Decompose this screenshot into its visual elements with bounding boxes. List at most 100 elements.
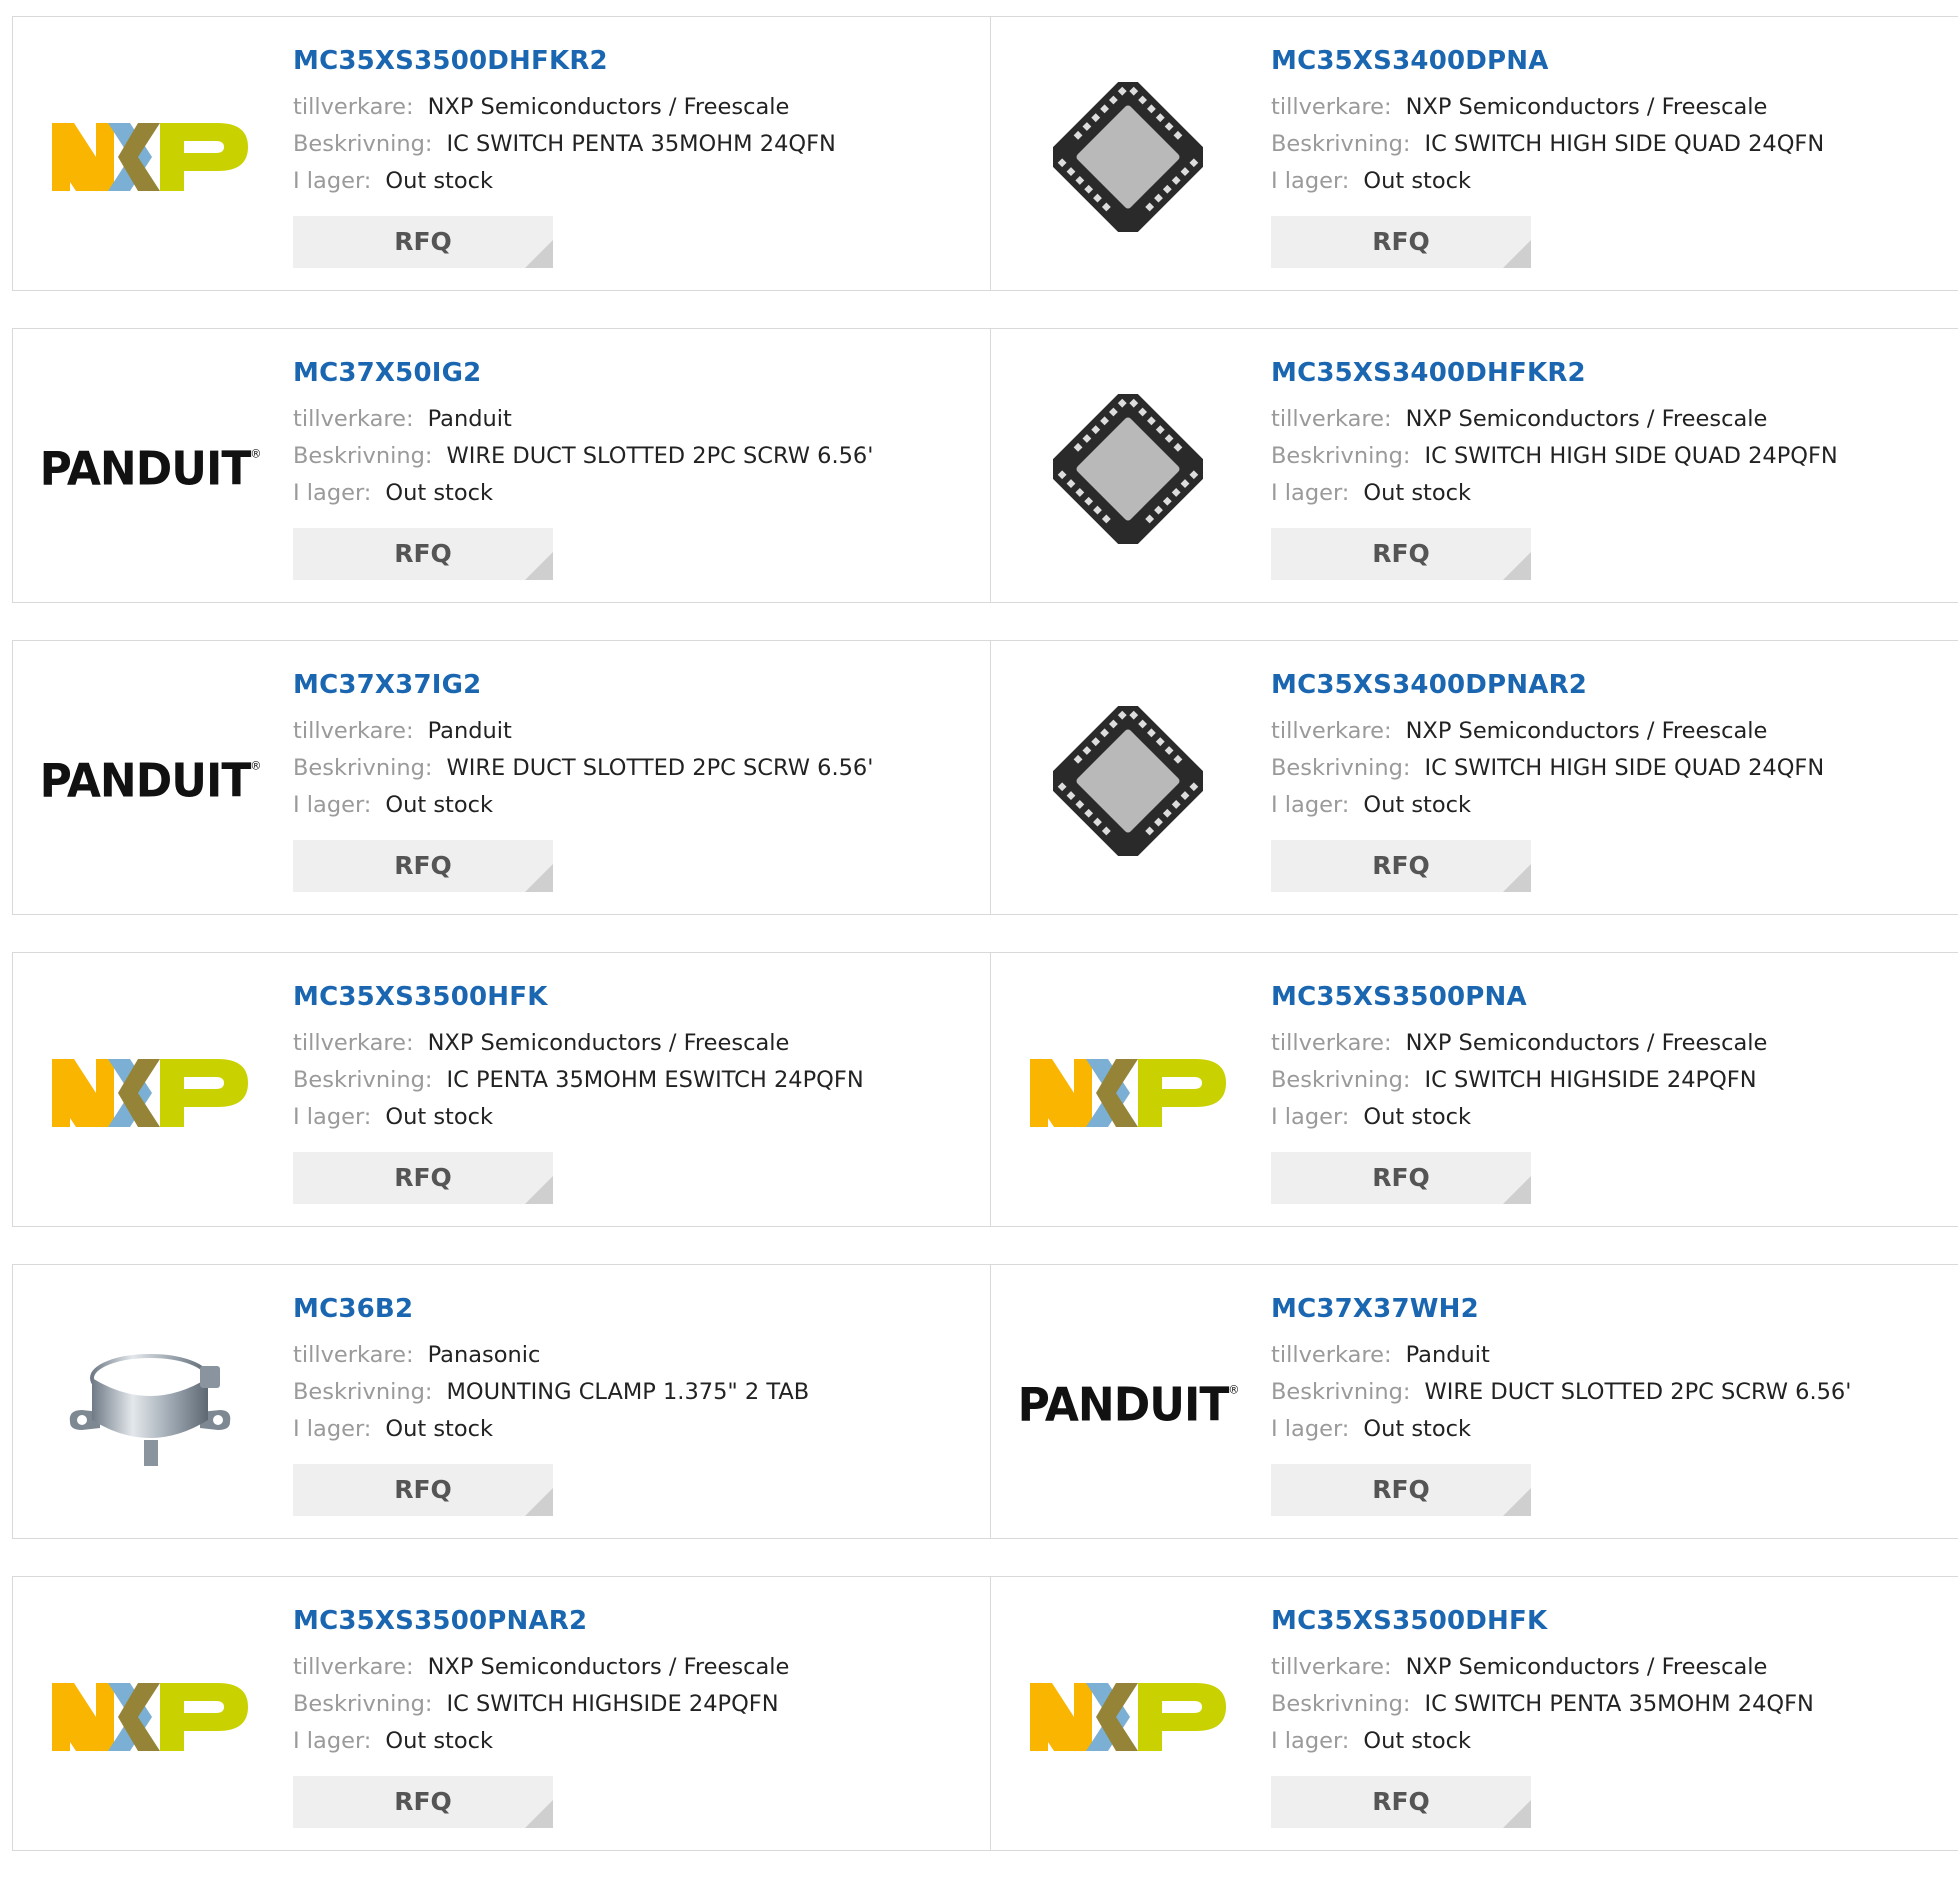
rfq-button[interactable]: RFQ: [293, 216, 553, 268]
stock-label: I lager:: [293, 792, 372, 818]
manufacturer-value: NXP Semiconductors / Freescale: [1405, 718, 1768, 744]
manufacturer-label: tillverkare:: [1271, 94, 1392, 120]
rfq-button[interactable]: RFQ: [293, 1776, 553, 1828]
manufacturer-line: tillverkare: NXP Semiconductors / Freesca…: [1271, 1649, 1814, 1686]
product-info: MC36B2 tillverkare: Panasonic Beskrivning…: [293, 1293, 809, 1516]
part-number-link[interactable]: MC37X37IG2: [293, 669, 873, 701]
manufacturer-value: Panduit: [1405, 1342, 1490, 1368]
part-number-link[interactable]: MC35XS3500HFK: [293, 981, 864, 1013]
description-value: IC SWITCH HIGH SIDE QUAD 24PQFN: [1424, 443, 1838, 469]
stock-label: I lager:: [1271, 1728, 1350, 1754]
description-value: IC SWITCH HIGH SIDE QUAD 24QFN: [1424, 131, 1825, 157]
rfq-button[interactable]: RFQ: [1271, 528, 1531, 580]
product-card: MC35XS3500PNA tillverkare: NXP Semiconduc…: [990, 953, 1958, 1226]
rfq-button[interactable]: RFQ: [293, 840, 553, 892]
manufacturer-line: tillverkare: NXP Semiconductors / Freesca…: [293, 1649, 789, 1686]
stock-label: I lager:: [1271, 480, 1350, 506]
product-image[interactable]: PANDUIT®: [40, 369, 262, 569]
rfq-button[interactable]: RFQ: [1271, 840, 1531, 892]
part-number-link[interactable]: MC36B2: [293, 1293, 809, 1325]
stock-line: I lager: Out stock: [1271, 475, 1838, 512]
description-label: Beskrivning:: [293, 1379, 433, 1405]
product-image[interactable]: [50, 1305, 250, 1505]
rfq-corner-decoration: [1503, 864, 1531, 892]
part-number-link[interactable]: MC35XS3400DPNA: [1271, 45, 1824, 77]
rfq-button-label: RFQ: [394, 851, 452, 880]
product-image[interactable]: PANDUIT®: [40, 681, 262, 881]
part-number-link[interactable]: MC35XS3400DPNAR2: [1271, 669, 1824, 701]
product-image[interactable]: [50, 993, 250, 1193]
manufacturer-line: tillverkare: NXP Semiconductors / Freesca…: [1271, 1025, 1767, 1062]
rfq-button[interactable]: RFQ: [1271, 1776, 1531, 1828]
stock-value: Out stock: [385, 1416, 494, 1442]
description-label: Beskrivning:: [1271, 1379, 1411, 1405]
manufacturer-line: tillverkare: Panduit: [293, 401, 873, 438]
manufacturer-value: NXP Semiconductors / Freescale: [1405, 406, 1768, 432]
manufacturer-label: tillverkare:: [293, 718, 414, 744]
stock-label: I lager:: [293, 1104, 372, 1130]
product-image[interactable]: [1028, 681, 1228, 881]
manufacturer-value: NXP Semiconductors / Freescale: [1405, 94, 1768, 120]
manufacturer-line: tillverkare: NXP Semiconductors / Freesca…: [1271, 401, 1838, 438]
nxp-logo-icon: [1030, 1059, 1226, 1127]
description-line: Beskrivning: IC SWITCH HIGHSIDE 24PQFN: [293, 1686, 789, 1723]
product-image[interactable]: [1028, 1617, 1228, 1817]
product-info: MC35XS3400DPNAR2 tillverkare: NXP Semicon…: [1271, 669, 1824, 892]
rfq-button[interactable]: RFQ: [1271, 1464, 1531, 1516]
rfq-button-label: RFQ: [394, 1787, 452, 1816]
description-value: WIRE DUCT SLOTTED 2PC SCRW 6.56': [446, 443, 874, 469]
description-line: Beskrivning: WIRE DUCT SLOTTED 2PC SCRW 6…: [293, 750, 873, 787]
rfq-button[interactable]: RFQ: [1271, 1152, 1531, 1204]
nxp-logo-icon: [1030, 1683, 1226, 1751]
product-row: MC36B2 tillverkare: Panasonic Beskrivning…: [12, 1264, 1958, 1539]
product-image[interactable]: [50, 1617, 250, 1817]
part-number-link[interactable]: MC37X50IG2: [293, 357, 873, 389]
qfn-chip-icon: [1053, 82, 1203, 232]
rfq-corner-decoration: [525, 552, 553, 580]
manufacturer-value: NXP Semiconductors / Freescale: [1405, 1030, 1768, 1056]
product-card: MC35XS3500DHFKR2 tillverkare: NXP Semicon…: [12, 17, 990, 290]
product-info: MC37X50IG2 tillverkare: Panduit Beskrivni…: [293, 357, 873, 580]
panduit-logo-text: PANDUIT: [39, 442, 252, 496]
rfq-button[interactable]: RFQ: [293, 1152, 553, 1204]
part-number-link[interactable]: MC35XS3500PNA: [1271, 981, 1767, 1013]
part-number-link[interactable]: MC35XS3400DHFKR2: [1271, 357, 1838, 389]
stock-line: I lager: Out stock: [293, 1411, 809, 1448]
product-info: MC37X37WH2 tillverkare: Panduit Beskrivni…: [1271, 1293, 1851, 1516]
product-image[interactable]: [1028, 57, 1228, 257]
rfq-button-label: RFQ: [1372, 1475, 1430, 1504]
stock-line: I lager: Out stock: [1271, 1099, 1767, 1136]
description-line: Beskrivning: WIRE DUCT SLOTTED 2PC SCRW 6…: [293, 438, 873, 475]
product-info: MC35XS3500DHFKR2 tillverkare: NXP Semicon…: [293, 45, 836, 268]
product-image[interactable]: [1028, 369, 1228, 569]
part-number-link[interactable]: MC37X37WH2: [1271, 1293, 1851, 1325]
stock-line: I lager: Out stock: [293, 1099, 864, 1136]
part-number-link[interactable]: MC35XS3500PNAR2: [293, 1605, 789, 1637]
product-image[interactable]: [50, 57, 250, 257]
description-value: IC SWITCH PENTA 35MOHM 24QFN: [446, 131, 836, 157]
product-image[interactable]: PANDUIT®: [1018, 1305, 1240, 1505]
rfq-button[interactable]: RFQ: [293, 528, 553, 580]
rfq-button-label: RFQ: [394, 539, 452, 568]
description-line: Beskrivning: IC SWITCH HIGH SIDE QUAD 24Q…: [1271, 126, 1824, 163]
rfq-button-label: RFQ: [1372, 539, 1430, 568]
description-label: Beskrivning:: [293, 1067, 433, 1093]
part-number-link[interactable]: MC35XS3500DHFK: [1271, 1605, 1814, 1637]
description-value: IC SWITCH HIGHSIDE 24PQFN: [1424, 1067, 1757, 1093]
product-image[interactable]: [1028, 993, 1228, 1193]
stock-line: I lager: Out stock: [1271, 163, 1824, 200]
description-label: Beskrivning:: [293, 131, 433, 157]
part-number-link[interactable]: MC35XS3500DHFKR2: [293, 45, 836, 77]
stock-line: I lager: Out stock: [1271, 787, 1824, 824]
rfq-corner-decoration: [525, 1488, 553, 1516]
description-label: Beskrivning:: [293, 443, 433, 469]
product-card: MC35XS3500DHFK tillverkare: NXP Semicondu…: [990, 1577, 1958, 1850]
product-card: MC35XS3500PNAR2 tillverkare: NXP Semicond…: [12, 1577, 990, 1850]
product-row: MC35XS3500HFK tillverkare: NXP Semiconduc…: [12, 952, 1958, 1227]
rfq-corner-decoration: [1503, 1488, 1531, 1516]
stock-label: I lager:: [1271, 792, 1350, 818]
description-label: Beskrivning:: [1271, 755, 1411, 781]
rfq-button[interactable]: RFQ: [1271, 216, 1531, 268]
rfq-button[interactable]: RFQ: [293, 1464, 553, 1516]
manufacturer-label: tillverkare:: [293, 94, 414, 120]
